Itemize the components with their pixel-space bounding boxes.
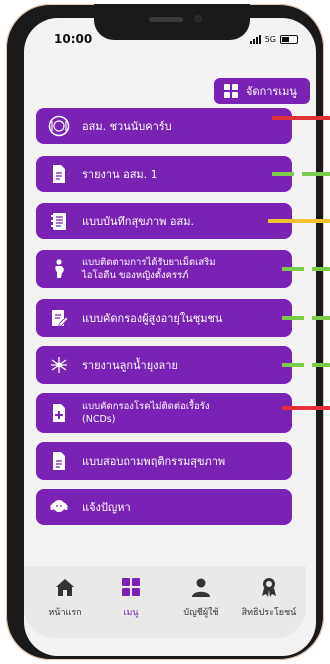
battery-icon [280,35,298,44]
menu-item-carb-count[interactable]: อสม. ชวนนับคาร์บ [36,108,292,144]
tab-account[interactable]: บัญชีผู้ใช้ [166,576,236,619]
grid-icon [224,84,238,98]
award-icon [262,578,276,597]
tab-label: เมนู [123,608,139,618]
marker-green-dash [312,363,330,367]
marker-green-dash [272,172,294,176]
network-label: 5G [264,35,276,44]
form-edit-icon [52,310,69,327]
menu-item-label: แบบคัดกรองผู้สูงอายุในชุมชน [82,311,223,325]
menu-item-elderly-screening[interactable]: แบบคัดกรองผู้สูงอายุในชุมชน [36,299,292,337]
bottom-tab-bar: หน้าแรก เมนู บัญชีผู้ใช้ สิทธิประโยชน์ [24,566,306,638]
pregnant-woman-icon [55,259,64,278]
marker-red [272,116,330,120]
menu-grid-icon [122,578,140,596]
manage-menu-label: จัดการเมนู [246,85,297,98]
menu-item-osm-report[interactable]: รายงาน อสม. 1 [36,156,292,192]
menu-item-label: แบบสอบถามพฤติกรรมสุขภาพ [82,454,226,468]
menu-item-label: แบบบันทึกสุขภาพ อสม. [82,214,194,228]
marker-green-dash [282,316,304,320]
menu-item-iodine-tracking[interactable]: แบบติดตามการได้รับยาเม็ดเสริม ไอโอดีน ของ… [36,250,292,288]
carb-plate-icon [48,115,70,137]
mosquito-icon [51,357,67,373]
questionnaire-icon [53,452,65,470]
manage-menu-button[interactable]: จัดการเมนู [214,78,310,104]
signal-icon [249,35,261,44]
home-icon [56,579,74,596]
medical-plus-icon [53,404,65,422]
tab-home[interactable]: หน้าแรก [30,576,100,619]
tab-benefits[interactable]: สิทธิประโยชน์ [234,576,304,619]
menu-item-health-record[interactable]: แบบบันทึกสุขภาพ อสม. [36,203,292,239]
menu-item-label: อสม. ชวนนับคาร์บ [82,119,172,133]
status-icons: 5G [249,35,298,44]
marker-green-dash [312,267,330,271]
tab-label: สิทธิประโยชน์ [241,608,297,618]
health-record-icon [51,213,66,230]
marker-green-dash [282,363,304,367]
document-icon [53,165,65,183]
menu-item-mosquito-larvae[interactable]: รายงานลูกน้ำยุงลาย [36,346,292,384]
menu-item-label: แบบคัดกรองโรคไม่ติดต่อเรื้อรัง (NCDs) [82,401,210,425]
menu-item-label: รายงาน อสม. 1 [82,167,158,181]
marker-red [282,406,330,410]
menu-item-ncd-screening[interactable]: แบบคัดกรองโรคไม่ติดต่อเรื้อรัง (NCDs) [36,393,292,433]
camera-notch [94,4,250,40]
tab-menu[interactable]: เมนู [96,576,166,619]
tab-label: หน้าแรก [48,608,82,618]
menu-item-label: แบบติดตามการได้รับยาเม็ดเสริม ไอโอดีน ของ… [82,257,216,281]
marker-green-dash [302,172,330,176]
marker-green-dash [312,316,330,320]
user-icon [192,578,210,597]
menu-item-health-behavior-survey[interactable]: แบบสอบถามพฤติกรรมสุขภาพ [36,442,292,480]
status-time: 10:00 [54,32,93,46]
menu-item-label: รายงานลูกน้ำยุงลาย [82,358,178,372]
marker-green-dash [282,267,304,271]
support-agent-icon [50,500,68,512]
marker-yellow [268,219,330,223]
menu-item-label: แจ้งปัญหา [82,500,131,514]
tab-label: บัญชีผู้ใช้ [183,608,219,618]
menu-item-report-problem[interactable]: แจ้งปัญหา [36,489,292,525]
